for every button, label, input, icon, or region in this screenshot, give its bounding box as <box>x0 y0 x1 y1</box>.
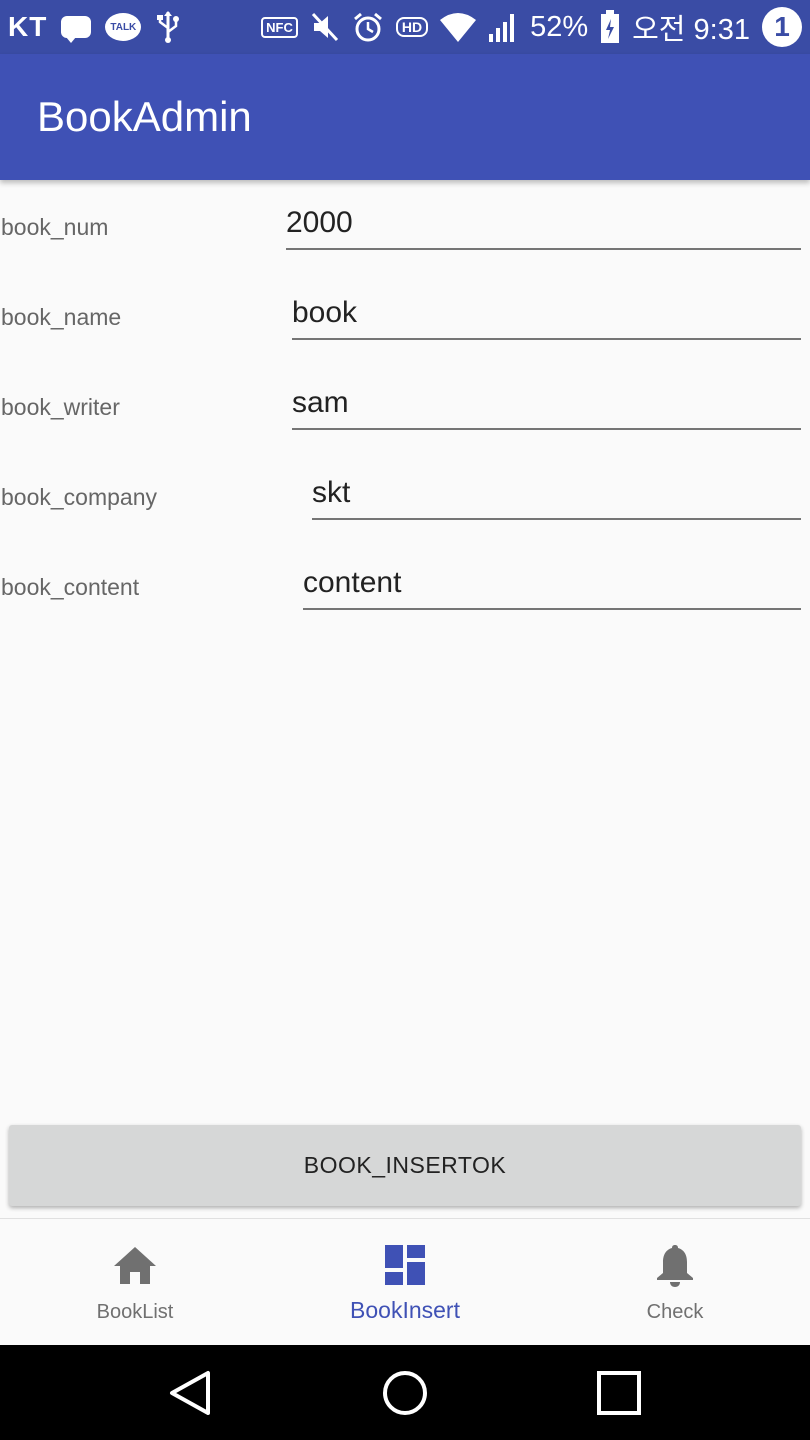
book-writer-field[interactable] <box>292 378 801 430</box>
nfc-icon: NFC <box>261 16 298 38</box>
home-icon <box>112 1241 158 1289</box>
nav-item-booklist[interactable]: BookList <box>0 1219 270 1345</box>
kakaotalk-icon: TALK <box>105 13 142 41</box>
bottom-navigation: BookList BookInsert Check <box>0 1218 810 1345</box>
app-title: BookAdmin <box>37 93 252 140</box>
mute-icon <box>310 11 340 43</box>
signal-icon <box>488 12 518 42</box>
system-navigation-bar <box>0 1345 810 1440</box>
book-name-label: book_name <box>1 304 122 330</box>
form-row-book-content: book_content <box>0 558 810 618</box>
hd-icon: HD <box>395 17 429 37</box>
alarm-icon <box>352 11 384 43</box>
bell-icon <box>655 1241 695 1289</box>
chat-bubble-icon <box>61 16 92 43</box>
nav-label-booklist: BookList <box>96 1301 174 1323</box>
book-content-field[interactable] <box>303 558 801 610</box>
app-bar: BookAdmin <box>0 54 810 180</box>
nav-item-bookinsert[interactable]: BookInsert <box>270 1219 540 1345</box>
form-row-book-company: book_company <box>0 468 810 528</box>
book-num-field[interactable] <box>286 198 801 250</box>
clock: 오전 9:31 <box>632 14 750 46</box>
back-icon[interactable] <box>166 1369 214 1417</box>
nav-label-check: Check <box>646 1301 704 1323</box>
book-insert-ok-button[interactable]: BOOK_INSERTOK <box>9 1125 801 1206</box>
home-circle-icon[interactable] <box>381 1369 429 1417</box>
battery-percent: 52% <box>530 10 589 43</box>
nav-label-bookinsert: BookInsert <box>350 1297 460 1323</box>
book-num-label: book_num <box>1 214 109 240</box>
book-writer-label: book_writer <box>1 394 120 420</box>
form-row-book-num: book_num <box>0 198 810 258</box>
nav-item-check[interactable]: Check <box>540 1219 810 1345</box>
carrier-label: KT <box>8 11 48 42</box>
usb-icon <box>155 10 181 44</box>
recents-icon[interactable] <box>595 1369 643 1417</box>
form-row-book-writer: book_writer <box>0 378 810 438</box>
book-company-field[interactable] <box>312 468 801 520</box>
wifi-icon <box>440 12 477 42</box>
book-name-field[interactable] <box>292 288 801 340</box>
battery-icon <box>600 10 620 44</box>
notification-count-badge: 1 <box>762 7 802 47</box>
form-row-book-name: book_name <box>0 288 810 348</box>
book-content-label: book_content <box>1 574 140 600</box>
dashboard-icon <box>384 1241 426 1289</box>
book-company-label: book_company <box>1 484 157 510</box>
status-bar: KT TALK NFC HD 52% 오전 9:31 1 <box>0 0 810 54</box>
